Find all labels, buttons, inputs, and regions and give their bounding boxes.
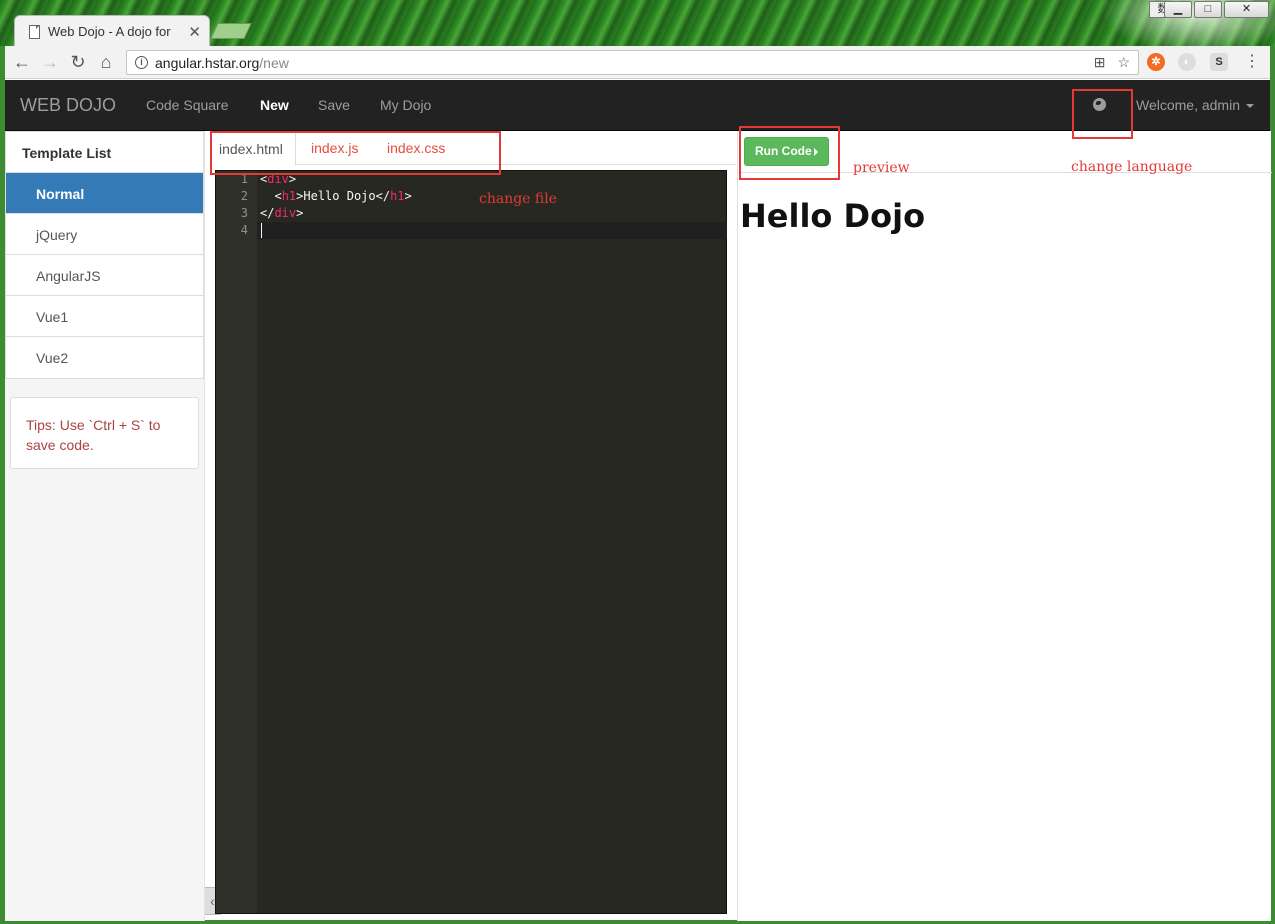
template-item-angularjs[interactable]: AngularJS xyxy=(6,255,203,296)
url-path: /new xyxy=(259,54,289,71)
extension-orange-icon[interactable]: ✲ xyxy=(1147,53,1165,71)
forward-arrow-icon[interactable]: → xyxy=(39,51,61,73)
editor-gutter: 1 2 3 4 xyxy=(216,171,257,913)
template-item-jquery[interactable]: jQuery xyxy=(6,214,203,255)
minimize-button[interactable]: ▁ xyxy=(1164,1,1192,18)
omnibox-actions: ⊞ ☆ xyxy=(1094,54,1138,71)
star-icon[interactable]: ☆ xyxy=(1117,54,1130,71)
extension-gray-icon[interactable]: ◐ xyxy=(1178,53,1196,71)
extension-s-icon[interactable]: S xyxy=(1210,53,1228,71)
template-item-vue2[interactable]: Vue2 xyxy=(6,337,203,378)
back-arrow-icon[interactable]: ← xyxy=(11,51,33,73)
nav-my-dojo[interactable]: My Dojo xyxy=(380,97,431,113)
new-tab-button[interactable] xyxy=(210,23,252,39)
window-controls: ▁ □ ✕ xyxy=(1162,1,1269,18)
browser-titlebar: Web Dojo - A dojo for ✕ 数 ▁ □ ✕ xyxy=(0,0,1275,47)
maximize-button[interactable]: □ xyxy=(1194,1,1222,18)
text-cursor xyxy=(261,223,262,238)
browser-toolbar: ← → ↻ ⌂ i angular.hstar.org /new ⊞ ☆ ✲ ◐… xyxy=(0,46,1275,79)
url-host: angular.hstar.org xyxy=(155,54,260,71)
browser-tab[interactable]: Web Dojo - A dojo for ✕ xyxy=(14,15,210,47)
page-icon xyxy=(29,24,40,39)
nav-code-square[interactable]: Code Square xyxy=(146,97,229,113)
code-line: </div> xyxy=(260,206,304,220)
info-icon[interactable]: i xyxy=(135,56,148,69)
sidebar: Template List Normal jQuery AngularJS Vu… xyxy=(5,131,205,921)
code-line: <h1>Hello Dojo</h1> xyxy=(260,189,412,203)
nav-save[interactable]: Save xyxy=(318,97,350,113)
reload-icon[interactable]: ↻ xyxy=(67,51,89,73)
preview-output-heading: Hello Dojo xyxy=(740,197,926,235)
brand-logo[interactable]: WEB DOJO xyxy=(20,95,116,116)
caret-down-icon xyxy=(1246,104,1254,109)
user-menu-label: Welcome, admin xyxy=(1135,97,1240,113)
close-window-button[interactable]: ✕ xyxy=(1224,1,1269,18)
template-item-normal[interactable]: Normal xyxy=(6,173,203,214)
template-list-heading: Template List xyxy=(6,132,203,173)
annotation-preview: preview xyxy=(853,160,910,176)
home-icon[interactable]: ⌂ xyxy=(95,51,117,73)
annotation-box-file-tabs xyxy=(210,131,501,175)
address-bar[interactable]: i angular.hstar.org /new ⊞ ☆ xyxy=(126,50,1139,75)
browser-tab-title: Web Dojo - A dojo for xyxy=(48,24,171,39)
preview-pane: Run Code Hello Dojo xyxy=(737,131,1272,921)
code-editor[interactable]: 1 2 3 4 <div> <h1>Hello Dojo</h1> </div> xyxy=(215,170,727,914)
nav-new[interactable]: New xyxy=(260,97,289,113)
annotation-change-file: change file xyxy=(479,191,558,207)
line-number: 4 xyxy=(240,223,248,237)
active-line-highlight xyxy=(257,222,727,239)
tips-panel: Tips: Use `Ctrl + S` to save code. xyxy=(10,397,199,469)
annotation-box-run-code xyxy=(739,126,840,180)
line-number: 3 xyxy=(240,206,248,220)
line-number: 2 xyxy=(240,189,248,203)
annotation-change-language: change language xyxy=(1071,159,1193,175)
template-item-vue1[interactable]: Vue1 xyxy=(6,296,203,337)
template-list: Template List Normal jQuery AngularJS Vu… xyxy=(5,131,204,379)
user-menu[interactable]: Welcome, admin xyxy=(1136,97,1254,113)
translate-icon[interactable]: ⊞ xyxy=(1094,54,1106,71)
annotation-box-language xyxy=(1072,89,1133,139)
close-tab-icon[interactable]: ✕ xyxy=(188,23,201,41)
menu-kebab-icon[interactable]: ⋮ xyxy=(1241,51,1263,73)
